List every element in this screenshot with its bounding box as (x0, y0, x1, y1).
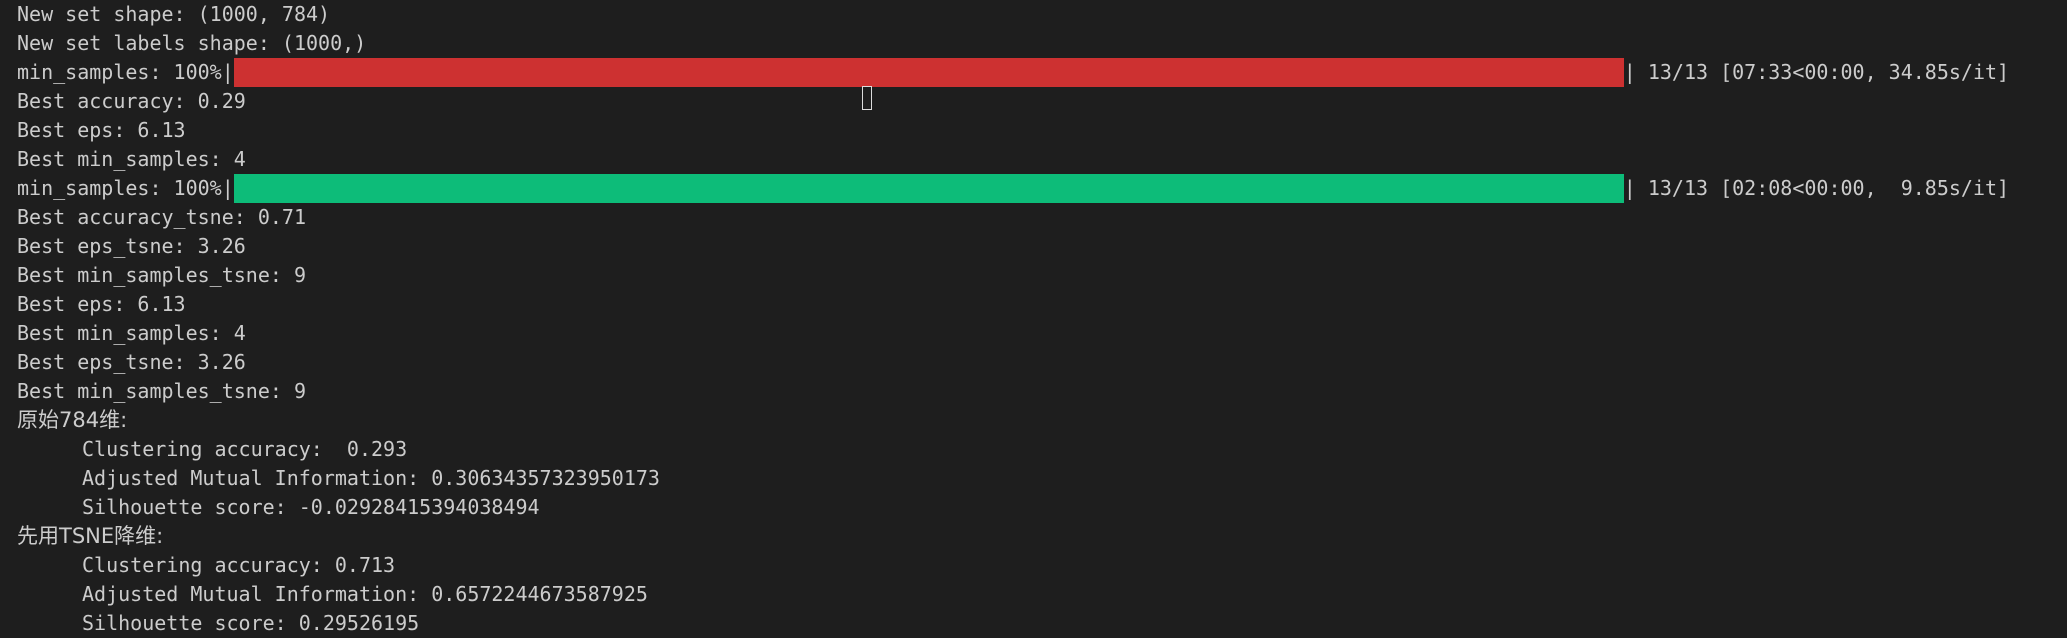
progress-bar-fill (233, 58, 1624, 87)
progress-bar-fill (233, 174, 1624, 203)
output-line: Best accuracy: 0.29 (17, 89, 246, 113)
progress-label: min_samples: 100%| (17, 60, 234, 84)
output-line: Best min_samples: 4 (17, 147, 246, 171)
output-line: Best eps_tsne: 3.26 (17, 234, 246, 258)
progress-bar (233, 174, 1624, 203)
output-text: New set shape: (1000, 784) New set label… (17, 0, 2057, 638)
text-cursor (862, 86, 872, 110)
output-line: Clustering accuracy: 0.293 (82, 437, 408, 461)
section-heading-tsne: 先用TSNE降维: (17, 524, 164, 548)
terminal-output-panel: { "lines": { "l0": "New set shape: (1000… (0, 0, 2067, 636)
output-line: Best min_samples_tsne: 9 (17, 263, 306, 287)
output-line: Silhouette score: -0.02928415394038494 (82, 495, 540, 519)
output-line: Best eps: 6.13 (17, 118, 186, 142)
progress-stats: | 13/13 [02:08<00:00, 9.85s/it] (1623, 176, 2010, 200)
output-line: New set shape: (1000, 784) (17, 2, 331, 26)
output-line: Clustering accuracy: 0.713 (82, 553, 396, 577)
progress-bar-row: min_samples: 100%| | 13/13 [02:08<00:00,… (17, 174, 2057, 203)
progress-label: min_samples: 100%| (17, 176, 234, 200)
output-line: Silhouette score: 0.29526195 (82, 611, 420, 635)
output-line: Best min_samples: 4 (17, 321, 246, 345)
output-line: Best min_samples_tsne: 9 (17, 379, 306, 403)
progress-bar (233, 58, 1624, 87)
output-line: Adjusted Mutual Information: 0.306343573… (82, 466, 660, 490)
output-line: Adjusted Mutual Information: 0.657224467… (82, 582, 648, 606)
progress-stats: | 13/13 [07:33<00:00, 34.85s/it] (1623, 60, 2010, 84)
progress-bar-row: min_samples: 100%| | 13/13 [07:33<00:00,… (17, 58, 2057, 87)
output-line: New set labels shape: (1000,) (17, 31, 367, 55)
output-line: Best eps_tsne: 3.26 (17, 350, 246, 374)
section-heading-original: 原始784维: (17, 408, 128, 432)
output-line: Best eps: 6.13 (17, 292, 186, 316)
output-line: Best accuracy_tsne: 0.71 (17, 205, 306, 229)
